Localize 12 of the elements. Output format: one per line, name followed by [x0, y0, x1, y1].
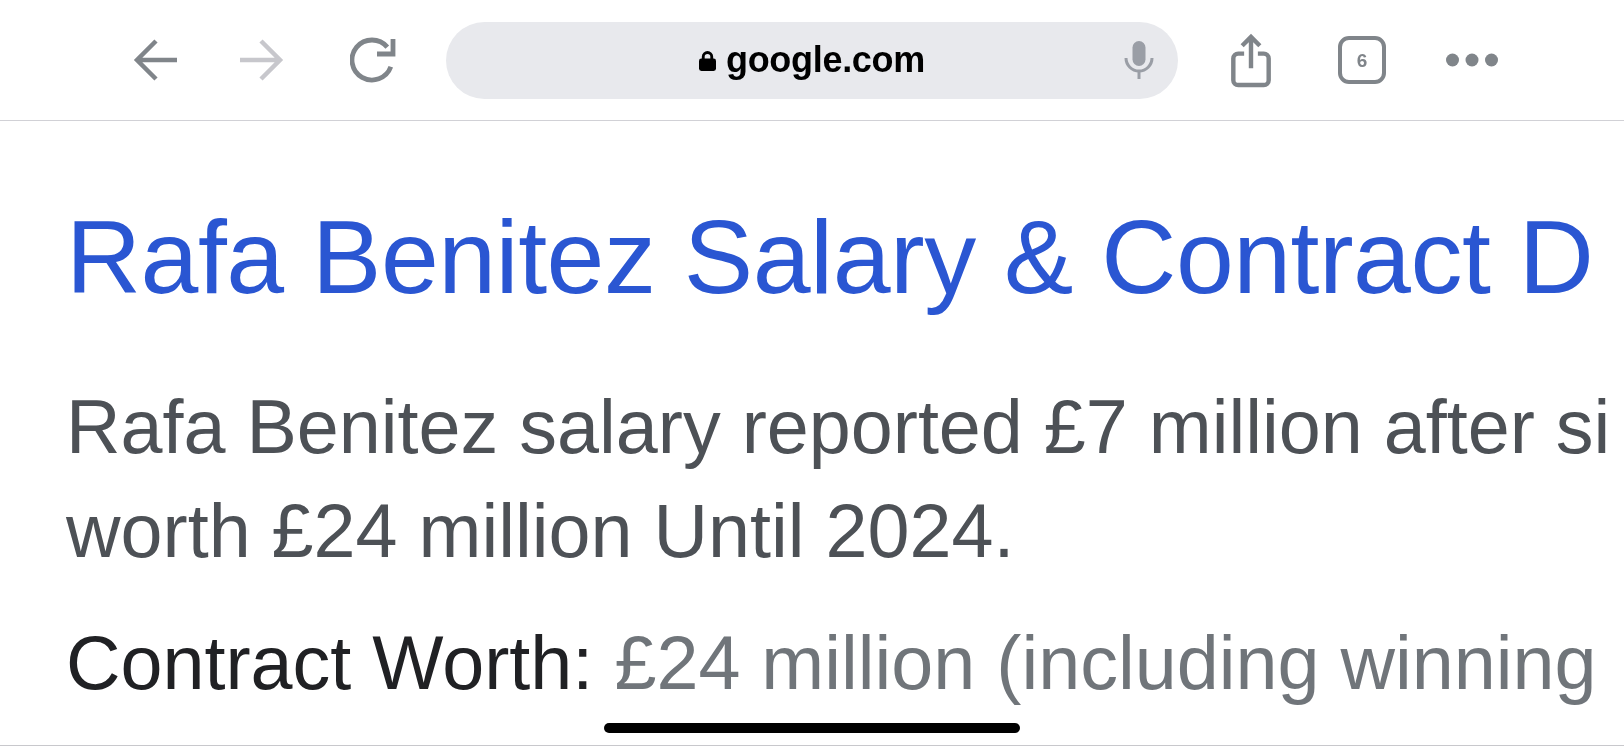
tabs-button[interactable]: 6	[1338, 36, 1386, 84]
address-bar[interactable]: google.com	[446, 21, 1178, 99]
back-arrow-icon[interactable]	[133, 37, 179, 83]
detail-label: Contract Worth:	[66, 619, 594, 707]
url-text: google.com	[726, 42, 925, 78]
reload-icon[interactable]	[350, 37, 396, 83]
detail-value: £24 million (including winning	[614, 619, 1597, 707]
result-snippet: Rafa Benitez salary reported £7 million after si worth £24 million Until 2024.	[66, 383, 1611, 575]
microphone-icon[interactable]	[1124, 41, 1154, 79]
more-options-icon[interactable]	[1446, 53, 1498, 67]
result-title-link[interactable]: Rafa Benitez Salary & Contract D	[66, 195, 1594, 320]
share-icon[interactable]	[1230, 32, 1272, 88]
